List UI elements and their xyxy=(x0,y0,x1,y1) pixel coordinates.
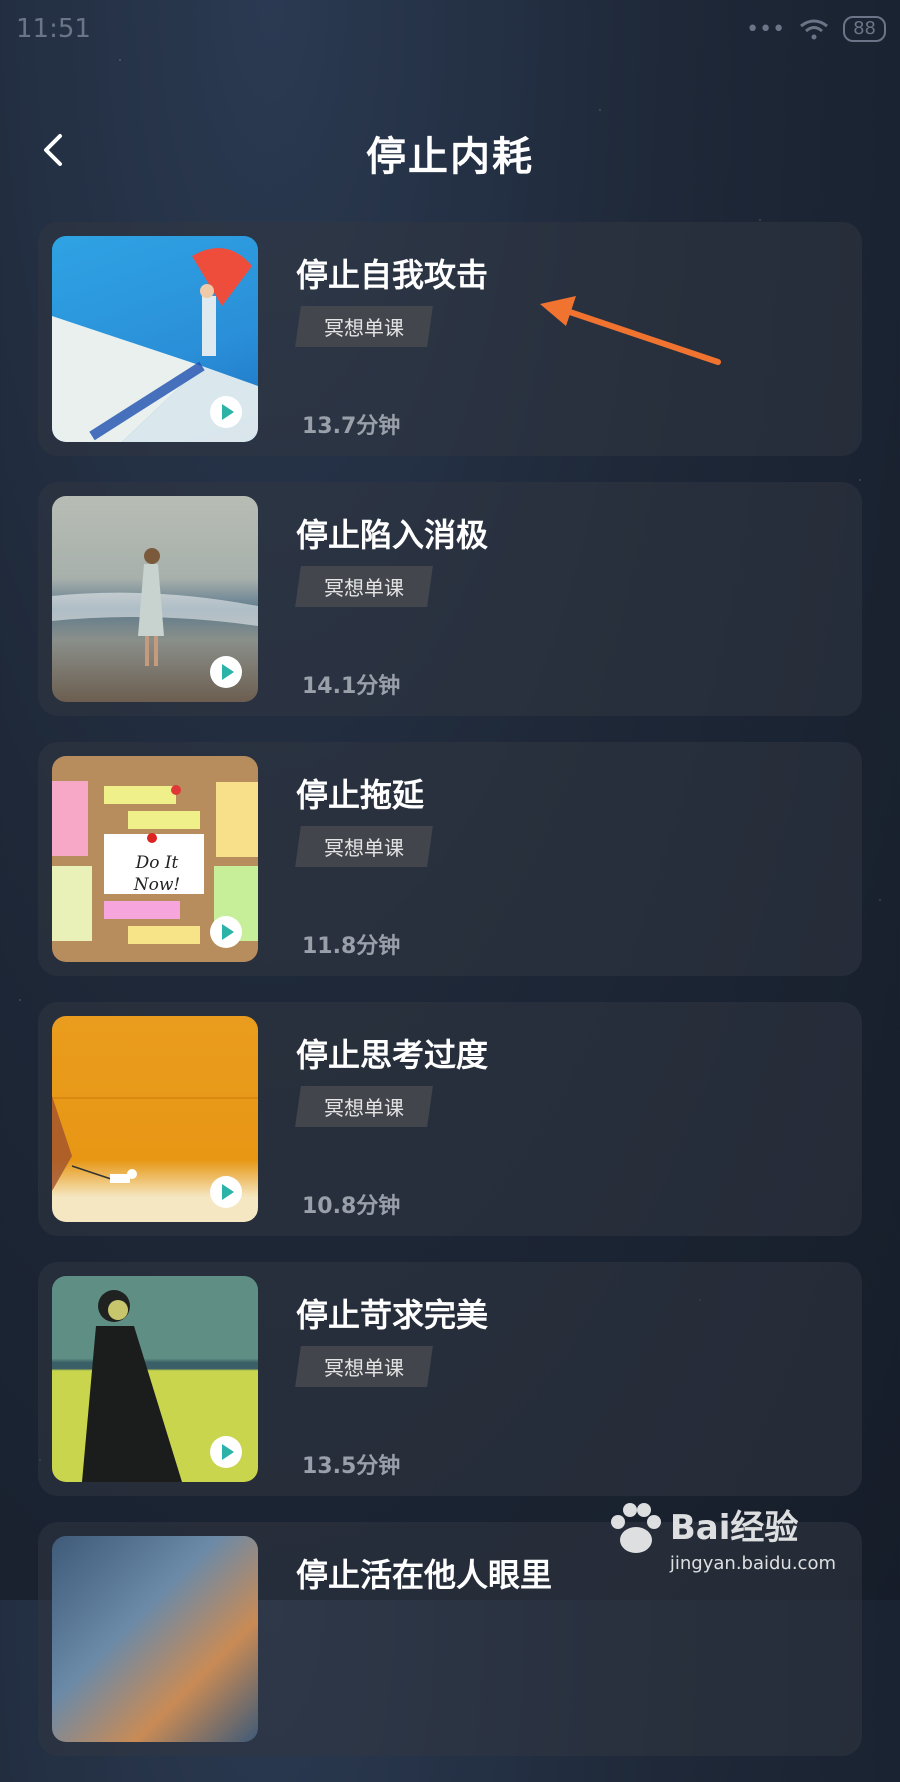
course-card[interactable]: Do It Now! 停止拖延 冥想单课 11.8分钟 xyxy=(38,742,862,976)
wifi-icon xyxy=(800,19,829,40)
note-text: Do It Now! xyxy=(133,853,181,895)
course-tag: 冥想单课 xyxy=(295,1086,433,1127)
page-title: 停止内耗 xyxy=(366,134,534,180)
course-thumbnail xyxy=(52,496,258,702)
play-icon[interactable] xyxy=(210,1176,242,1208)
play-icon[interactable] xyxy=(210,1436,242,1468)
play-icon[interactable] xyxy=(210,656,242,688)
course-title: 停止活在他人眼里 xyxy=(296,1556,553,1594)
status-bar: 11:51 ••• 88 xyxy=(0,0,900,60)
status-time: 11:51 xyxy=(16,14,91,44)
course-thumbnail xyxy=(52,1276,258,1482)
course-title: 停止自我攻击 xyxy=(296,256,489,294)
header: 停止内耗 xyxy=(0,110,900,190)
course-tag: 冥想单课 xyxy=(295,566,433,607)
course-thumbnail xyxy=(52,236,258,442)
course-title: 停止思考过度 xyxy=(296,1036,489,1074)
course-card[interactable]: 停止思考过度 冥想单课 10.8分钟 xyxy=(38,1002,862,1236)
course-tag: 冥想单课 xyxy=(295,1346,433,1387)
course-duration: 10.8分钟 xyxy=(302,1194,401,1219)
status-icons: ••• 88 xyxy=(746,16,886,42)
course-thumbnail: Do It Now! xyxy=(52,756,258,962)
course-title: 停止陷入消极 xyxy=(296,516,489,554)
course-card[interactable]: 停止苛求完美 冥想单课 13.5分钟 xyxy=(38,1262,862,1496)
course-card[interactable]: 停止陷入消极 冥想单课 14.1分钟 xyxy=(38,482,862,716)
course-card[interactable]: 停止自我攻击 冥想单课 13.7分钟 xyxy=(38,222,862,456)
battery-icon: 88 xyxy=(843,16,886,42)
course-title: 停止拖延 xyxy=(296,776,425,814)
course-tag: 冥想单课 xyxy=(295,306,433,347)
course-thumbnail xyxy=(52,1016,258,1222)
baidu-jingyan-watermark: Bai经验 jingyan.baidu.com xyxy=(604,1500,836,1574)
play-icon[interactable] xyxy=(210,916,242,948)
more-dots-icon: ••• xyxy=(746,16,786,42)
annotation-arrow xyxy=(540,296,721,365)
course-duration: 13.5分钟 xyxy=(302,1454,401,1479)
watermark-url: jingyan.baidu.com xyxy=(669,1553,836,1574)
course-tag: 冥想单课 xyxy=(295,826,433,867)
watermark-brand: Bai经验 xyxy=(669,1508,799,1548)
play-icon[interactable] xyxy=(210,396,242,428)
paw-logo-icon xyxy=(610,1503,661,1553)
course-title: 停止苛求完美 xyxy=(296,1296,489,1334)
course-duration: 14.1分钟 xyxy=(302,674,401,699)
course-duration: 13.7分钟 xyxy=(302,414,401,439)
course-duration: 11.8分钟 xyxy=(302,934,401,959)
course-thumbnail xyxy=(52,1536,258,1742)
